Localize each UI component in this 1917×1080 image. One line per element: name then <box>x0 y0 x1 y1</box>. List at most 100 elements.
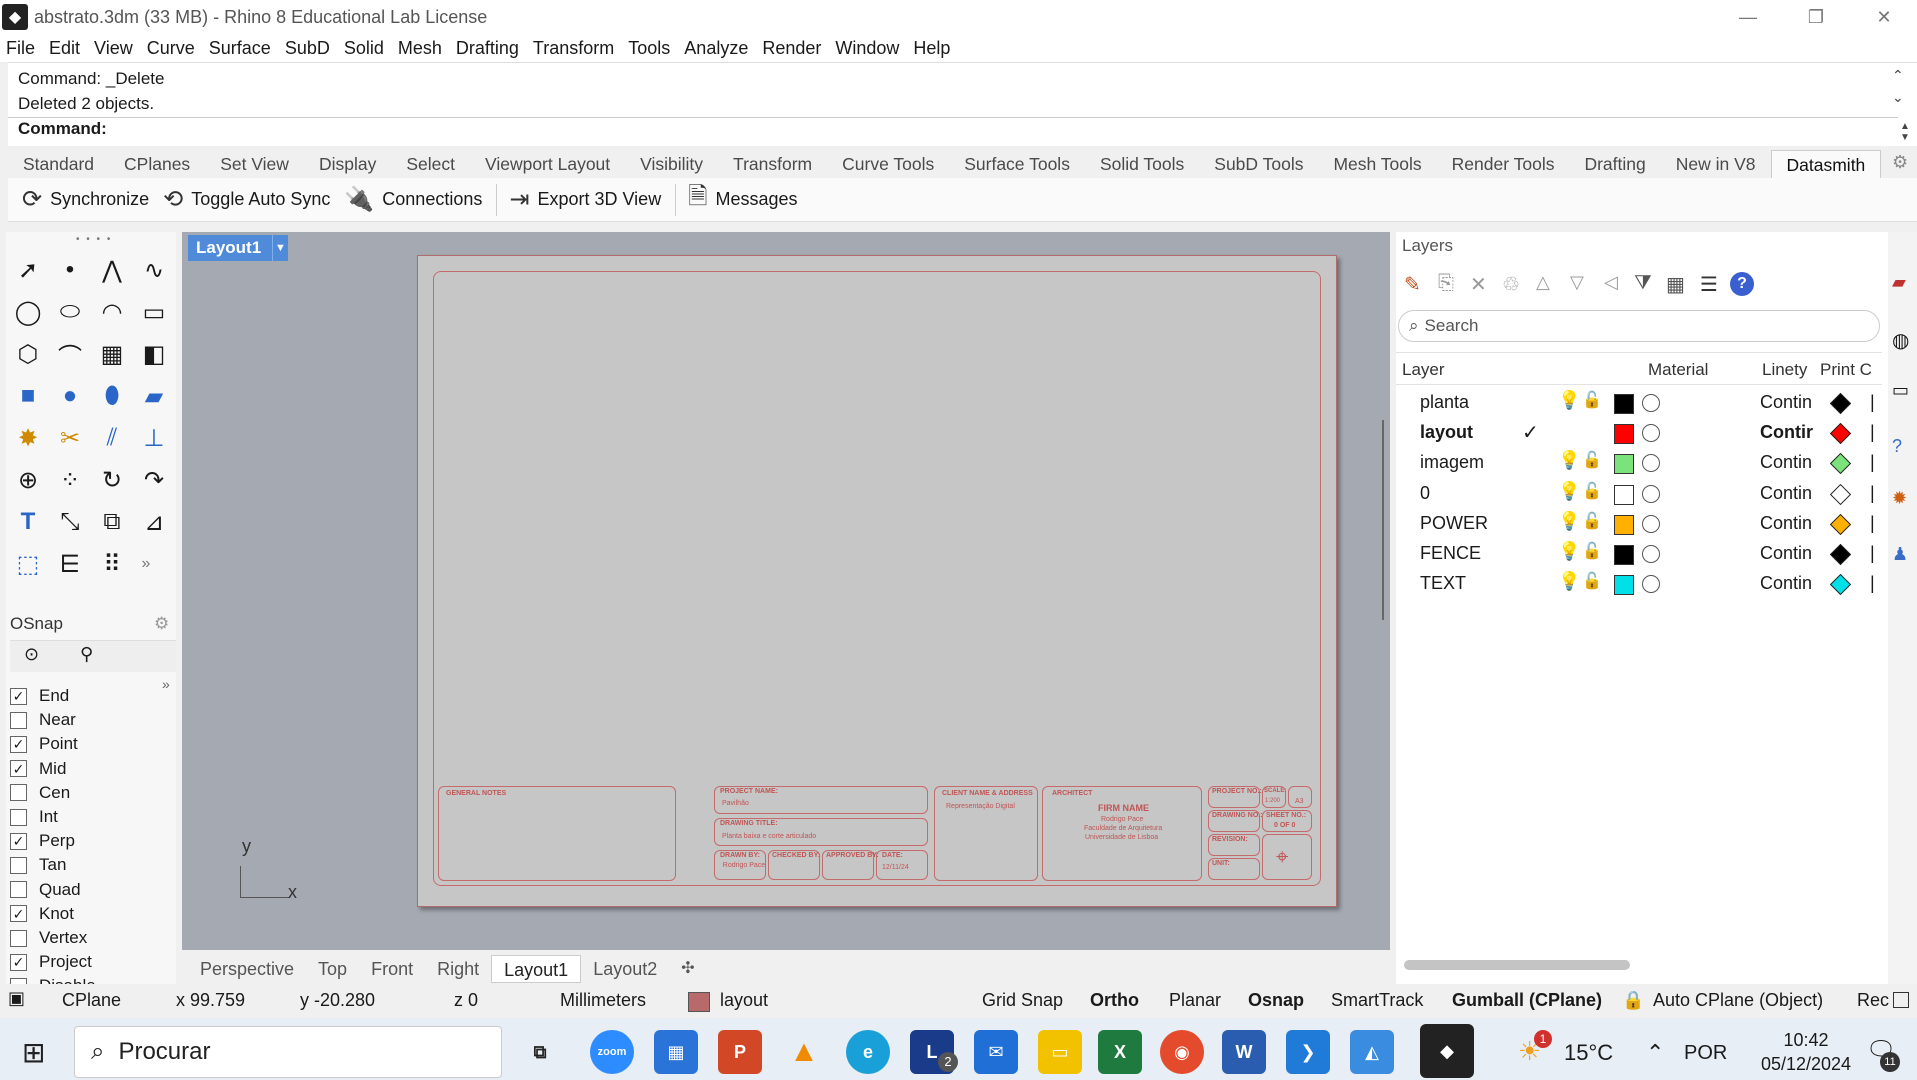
tab-render-tools[interactable]: Render Tools <box>1437 154 1570 175</box>
menu-surface[interactable]: Surface <box>209 38 271 59</box>
ellipse-icon[interactable]: ⬭ <box>52 294 88 330</box>
display-icon[interactable]: ▭ <box>1892 380 1909 401</box>
tab-datasmith[interactable]: Datasmith <box>1770 150 1882 178</box>
help-panel-icon[interactable]: ? <box>1892 436 1902 457</box>
restore-button[interactable]: ❐ <box>1782 0 1850 34</box>
tab-layout1[interactable]: Layout1 <box>491 955 582 983</box>
layers-panel-icon[interactable]: ▰ <box>1892 272 1906 293</box>
menu-solid[interactable]: Solid <box>344 38 384 59</box>
osnap-perp[interactable]: ✓ Perp <box>10 831 75 851</box>
spin-icon[interactable]: ▲ ▼ <box>1900 121 1910 143</box>
auto-cplane-toggle[interactable]: Auto CPlane (Object) <box>1653 990 1823 1011</box>
checkbox[interactable]: ✓ <box>10 687 27 705</box>
menu-mesh[interactable]: Mesh <box>398 38 442 59</box>
layer-name[interactable]: TEXT <box>1420 573 1466 594</box>
checkbox[interactable]: ✓ <box>10 953 27 971</box>
tab-front[interactable]: Front <box>359 955 425 983</box>
trim-icon[interactable]: ✂ <box>52 420 88 456</box>
grid-array-icon[interactable]: ⋿ <box>52 546 88 582</box>
filter-icon[interactable]: ⧩ <box>1634 272 1652 295</box>
point-icon[interactable]: • <box>52 252 88 288</box>
lightbulb-icon[interactable]: 💡 <box>1558 571 1580 592</box>
menu-window[interactable]: Window <box>835 38 899 59</box>
delete-icon[interactable]: ✕ <box>1470 272 1487 297</box>
ortho-toggle[interactable]: Ortho <box>1090 990 1139 1011</box>
tab-visibility[interactable]: Visibility <box>625 154 718 175</box>
osnap-point[interactable]: ✓ Point <box>10 734 78 754</box>
filter-icon[interactable]: ⚲ <box>80 644 93 665</box>
table-icon[interactable]: ▦ <box>1666 272 1685 297</box>
osnap-near[interactable]: Near <box>10 710 76 730</box>
text-icon[interactable]: T <box>10 504 46 540</box>
layer-linetype[interactable]: Contin <box>1760 483 1812 504</box>
print-color-icon[interactable] <box>1829 392 1852 415</box>
tab-right[interactable]: Right <box>425 955 491 983</box>
scale-icon[interactable]: ⤡ <box>52 504 88 540</box>
layer-linetype[interactable]: Contin <box>1760 513 1812 534</box>
loft-icon[interactable]: ◧ <box>136 336 172 372</box>
chevron-up-icon[interactable]: ⌃ <box>1892 67 1904 84</box>
more-icon[interactable]: » <box>128 546 164 582</box>
planar-toggle[interactable]: Planar <box>1169 990 1221 1011</box>
zoom-icon[interactable]: zoom <box>590 1030 634 1074</box>
layer-name[interactable]: 0 <box>1420 483 1430 504</box>
print-color-icon[interactable] <box>1829 453 1852 475</box>
notification-icon[interactable]: ♟ <box>1892 544 1908 565</box>
sun-icon[interactable]: ✹ <box>1892 488 1907 509</box>
clock-time[interactable]: 10:42 <box>1756 1030 1856 1051</box>
rectangle-icon[interactable]: ▭ <box>136 294 172 330</box>
help-icon[interactable]: ? <box>1730 272 1754 296</box>
edge-icon[interactable]: e <box>846 1030 890 1074</box>
record-history-toggle[interactable]: Rec <box>1857 990 1889 1011</box>
tab-perspective[interactable]: Perspective <box>188 955 306 983</box>
synchronize-button[interactable]: ⟳ Synchronize <box>22 185 149 214</box>
osnap-end[interactable]: ✓ End <box>10 686 69 706</box>
vlc-icon[interactable]: ▲ <box>782 1030 826 1074</box>
tab-curve-tools[interactable]: Curve Tools <box>827 154 949 175</box>
layer-color-swatch[interactable] <box>1614 454 1634 475</box>
tab-display[interactable]: Display <box>304 154 391 175</box>
connections-button[interactable]: 🔌 Connections <box>344 185 482 214</box>
checkbox[interactable]: ✓ <box>10 832 27 850</box>
layer-linetype[interactable]: Contin <box>1760 392 1812 413</box>
osnap-project[interactable]: ✓ Project <box>10 952 92 972</box>
snap-target-icon[interactable]: ⊙ <box>24 644 39 665</box>
layer-row[interactable]: planta 💡 🔓 Contin | <box>1396 388 1882 418</box>
move-down-icon[interactable]: ▽ <box>1570 272 1584 293</box>
excel-icon[interactable]: X <box>1098 1030 1142 1074</box>
material-icon[interactable] <box>1642 575 1660 594</box>
layer-linetype[interactable]: Contin <box>1760 573 1812 594</box>
taskbar-search[interactable]: ⌕ Procurar <box>74 1026 502 1078</box>
chevron-up-icon[interactable]: ⌃ <box>1646 1040 1664 1066</box>
windows-start-icon[interactable]: ⊞ <box>22 1036 45 1069</box>
unlock-icon[interactable]: 🔓 <box>1582 390 1602 410</box>
tab-drafting[interactable]: Drafting <box>1569 154 1660 175</box>
command-prompt[interactable]: Command: <box>18 119 107 139</box>
layer-color-swatch[interactable] <box>1614 394 1634 414</box>
material-icon[interactable] <box>1642 424 1660 443</box>
layer-row[interactable]: layout ✓ Contir | <box>1396 418 1882 448</box>
mesh-plane-icon[interactable]: ▰ <box>136 378 172 414</box>
print-color-icon[interactable] <box>1829 574 1852 596</box>
photos-icon[interactable]: ◭ <box>1350 1030 1394 1074</box>
unlock-icon[interactable]: 🔓 <box>1582 571 1602 591</box>
material-icon[interactable] <box>1642 484 1660 503</box>
menu-icon[interactable]: ☰ <box>1700 272 1718 297</box>
extend-icon[interactable]: ⊥ <box>136 420 172 456</box>
store-icon[interactable]: ▦ <box>654 1030 698 1074</box>
curve-icon[interactable]: ∿ <box>136 252 172 288</box>
osnap-vertex[interactable]: Vertex <box>10 928 87 948</box>
new-sublayer-icon[interactable]: ⎘ <box>1438 272 1454 295</box>
tab-select[interactable]: Select <box>391 154 470 175</box>
tab-cplanes[interactable]: CPlanes <box>109 154 205 175</box>
block-icon[interactable]: ⧉ <box>94 504 130 540</box>
cylinder-icon[interactable]: ⬮ <box>94 378 130 414</box>
layer-linetype[interactable]: Contir <box>1760 422 1813 443</box>
layer-name[interactable]: planta <box>1420 392 1469 413</box>
menu-drafting[interactable]: Drafting <box>456 38 519 59</box>
dimension-icon[interactable]: ⊿ <box>136 504 172 540</box>
osnap-quad[interactable]: Quad <box>10 880 81 900</box>
menu-render[interactable]: Render <box>762 38 821 59</box>
smarttrack-toggle[interactable]: SmartTrack <box>1331 990 1423 1011</box>
layer-color-swatch[interactable] <box>1614 424 1634 445</box>
